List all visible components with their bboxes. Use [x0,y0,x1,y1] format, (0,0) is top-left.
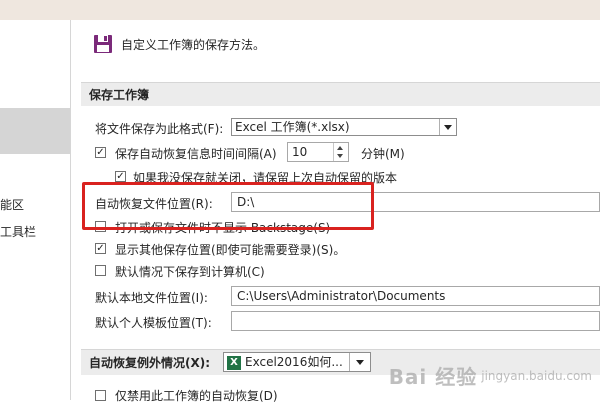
default-template-location-input[interactable] [231,311,600,331]
default-template-location-label: 默认个人模板位置(T): [95,316,212,330]
autorecover-minutes-stepper[interactable]: 10 [287,142,349,162]
check-icon: ✓ [96,242,105,254]
autorecover-label: 保存自动恢复信息时间间隔(A) [115,147,277,161]
baidu-jingyan-watermark: Bai 经验 jingyan.baidu.com [389,361,592,390]
sidebar-item-quick-access-toolbar[interactable]: 工具栏 [0,223,36,240]
save-format-value: Excel 工作簿(*.xlsx) [235,120,350,134]
save-disk-icon [93,34,113,54]
window-top-strip [0,0,600,20]
autorecover-minutes-value: 10 [292,145,308,159]
sidebar-item-label: 工具栏 [0,225,37,239]
default-local-location-label: 默认本地文件位置(I): [95,291,208,305]
exception-workbook-value: Excel2016如何... [245,355,343,369]
show-other-locations-checkbox[interactable]: ✓ [95,243,106,254]
default-local-location-value: C:\Users\Administrator\Documents [237,289,446,303]
check-icon: ✓ [116,170,125,182]
options-sidebar: 能区 工具栏 [0,20,71,400]
minutes-unit-label: 分钟(M) [361,147,405,161]
save-to-computer-checkbox[interactable] [95,265,106,276]
section-title: 保存工作簿 [89,88,150,102]
sidebar-item-label: 能区 [0,198,25,212]
check-icon: ✓ [96,146,105,158]
page-title: 自定义工作簿的保存方法。 [121,37,266,52]
sidebar-item-ribbon[interactable]: 能区 [0,196,24,213]
default-local-location-input[interactable]: C:\Users\Administrator\Documents [231,286,600,306]
disable-autorecover-label: 仅禁用此工作簿的自动恢复(D) [115,389,278,403]
show-other-locations-label: 显示其他保存位置(即使可能需要登录)(S)。 [115,243,346,257]
red-highlight-box [82,182,374,230]
sidebar-item-save-selected[interactable] [0,108,70,154]
disable-autorecover-checkbox[interactable] [95,390,106,401]
excel-icon: X [227,355,241,370]
watermark-main: Bai 经验 [388,365,478,389]
section-title: 自动恢复例外情况(X): [89,356,211,370]
spin-arrows-icon[interactable] [333,143,348,161]
save-format-select[interactable]: Excel 工作簿(*.xlsx) [231,118,457,136]
save-to-computer-label: 默认情况下保存到计算机(C) [115,265,265,279]
chevron-down-icon[interactable] [349,353,370,371]
chevron-down-icon[interactable] [439,119,456,135]
autorecover-checkbox[interactable]: ✓ [95,147,106,158]
keep-last-version-checkbox[interactable]: ✓ [115,171,126,182]
watermark-sub: jingyan.baidu.com [481,368,592,383]
save-format-label: 将文件保存为此格式(F): [95,122,224,136]
page-header: 自定义工作簿的保存方法。 [93,34,265,54]
section-save-workbooks: 保存工作簿 [81,82,600,106]
exception-workbook-select[interactable]: X Excel2016如何... [223,352,371,372]
